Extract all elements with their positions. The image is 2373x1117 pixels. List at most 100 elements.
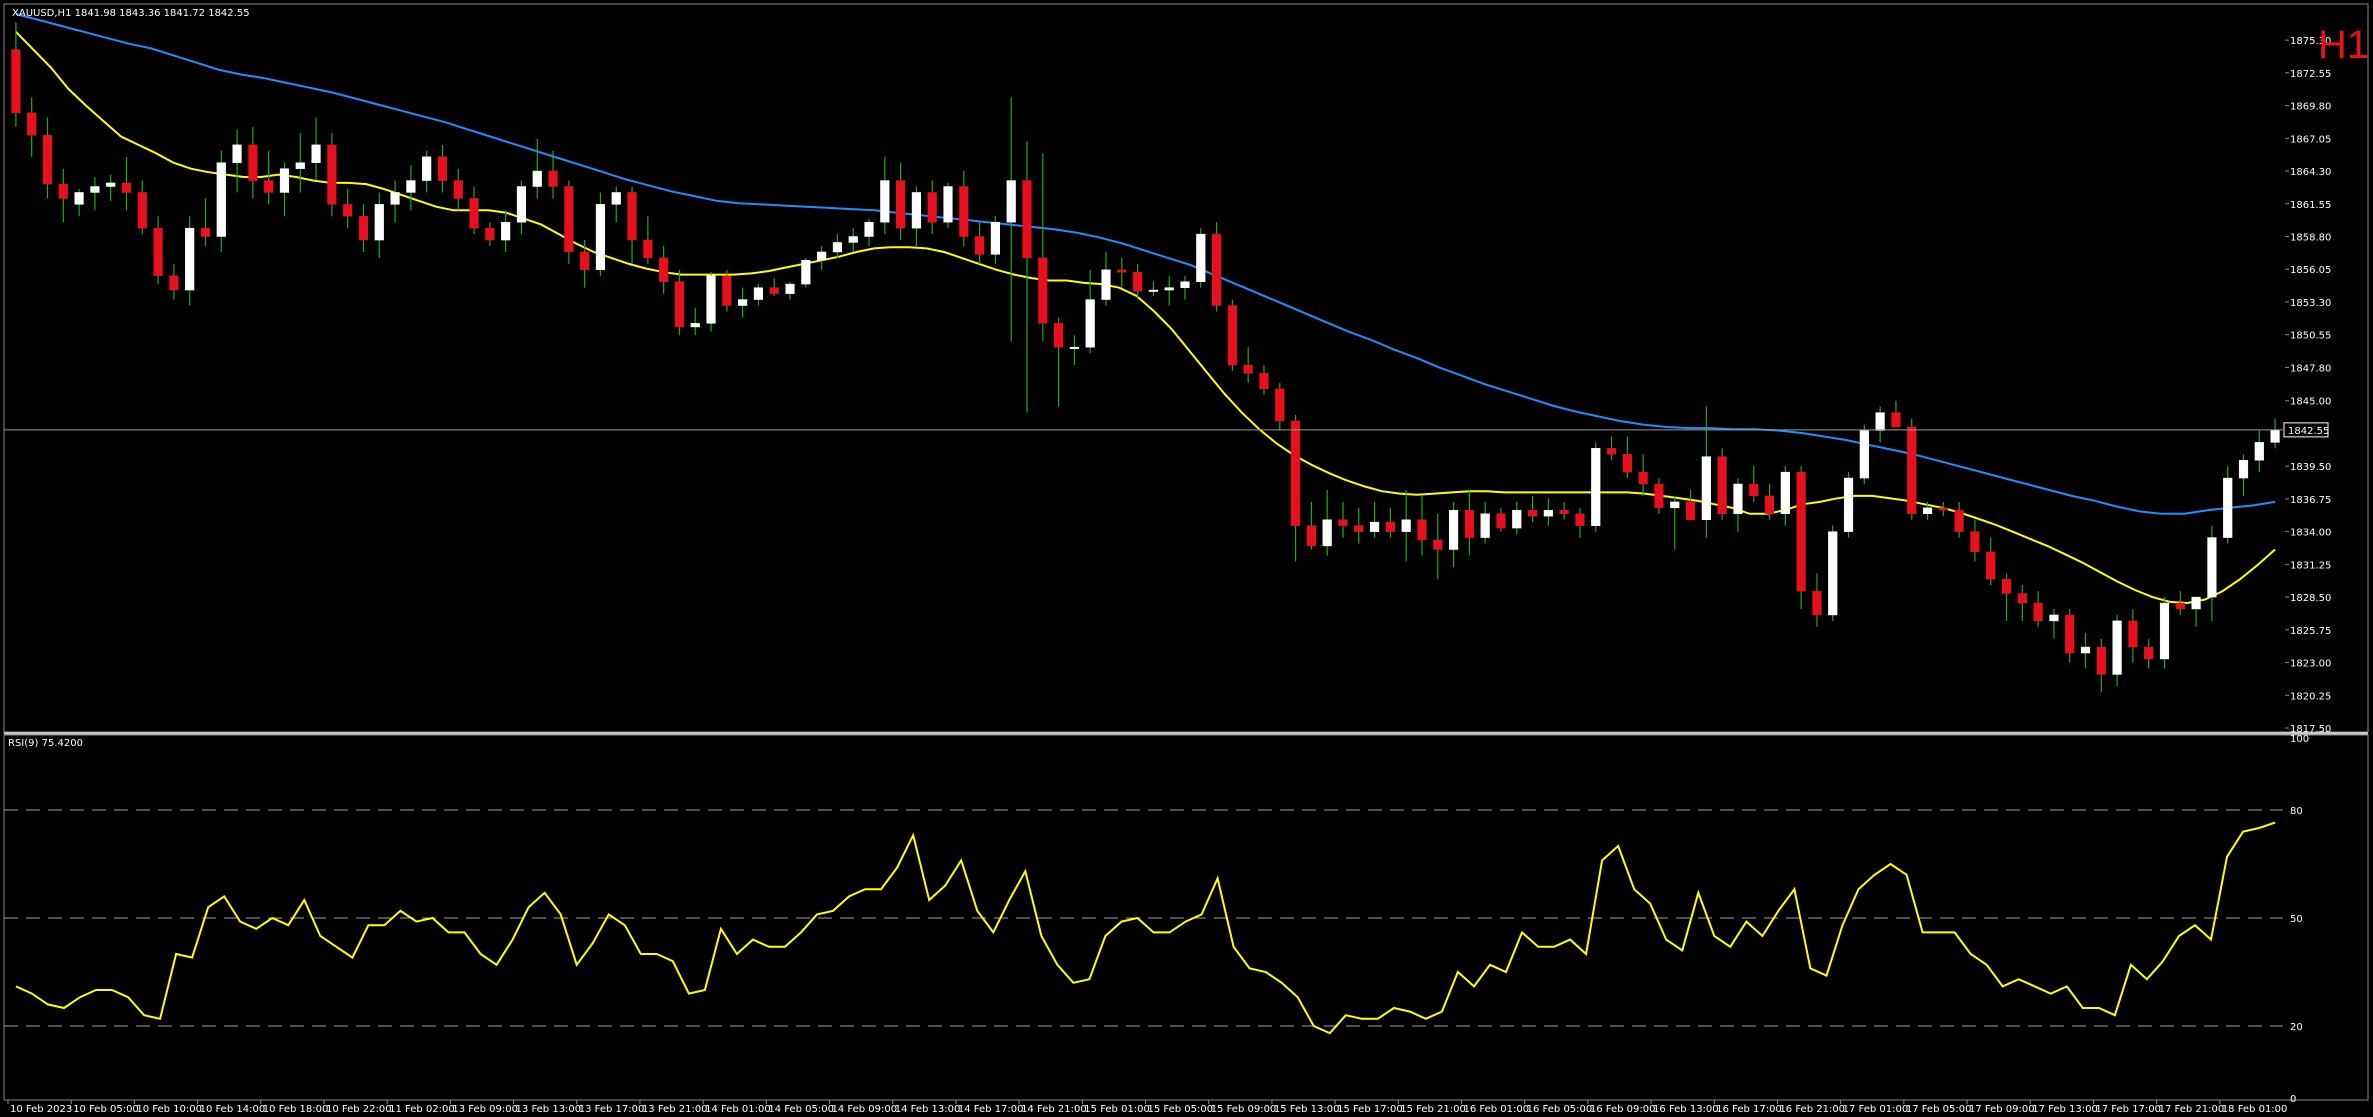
- candle: [1796, 466, 1806, 609]
- candle: [327, 132, 337, 217]
- bear-candle-body: [1275, 388, 1285, 422]
- bear-candle-body: [769, 287, 779, 294]
- bull-candle-body: [2159, 602, 2170, 660]
- rsi-tick-label: 50: [2290, 914, 2303, 925]
- time-tick-label: 10 Feb 18:00: [263, 1104, 329, 1115]
- trading-chart: 1875.301872.551869.801867.051864.301861.…: [0, 0, 2373, 1117]
- time-tick-label: 10 Feb 22:00: [326, 1104, 392, 1115]
- bull-candle-body: [943, 186, 953, 223]
- bear-candle-body: [975, 236, 985, 255]
- rsi-tick-label: 0: [2290, 1094, 2296, 1105]
- bull-candle-body: [1922, 507, 1933, 515]
- rsi-tick-label: 20: [2290, 1022, 2303, 1033]
- bear-candle-body: [1433, 539, 1443, 550]
- bear-candle-body: [1259, 373, 1269, 390]
- bull-candle-body: [1512, 509, 1522, 529]
- price-tick-label: 1853.30: [2290, 298, 2331, 309]
- bear-candle-body: [153, 227, 163, 277]
- bear-candle-body: [169, 275, 179, 291]
- bull-candle-body: [2049, 614, 2059, 622]
- price-tick-label: 1836.75: [2290, 495, 2331, 506]
- time-tick-label: 14 Feb 05:00: [768, 1104, 834, 1115]
- price-tick-label: 1839.50: [2290, 462, 2331, 473]
- bear-candle-body: [1638, 471, 1648, 485]
- candle: [2159, 597, 2170, 669]
- bull-candle-body: [864, 221, 874, 237]
- time-tick-label: 10 Feb 2023: [10, 1104, 72, 1115]
- price-tick-label: 1820.25: [2290, 691, 2331, 702]
- price-tick-label: 1864.30: [2290, 167, 2331, 178]
- candle: [706, 272, 716, 332]
- candle: [801, 257, 811, 288]
- time-tick-label: 14 Feb 09:00: [832, 1104, 898, 1115]
- time-tick-label: 13 Feb 09:00: [452, 1104, 518, 1115]
- candle: [1907, 418, 1917, 520]
- bear-candle-body: [1685, 501, 1696, 520]
- bull-candle-body: [2270, 429, 2280, 443]
- bear-candle-body: [548, 170, 558, 187]
- time-tick-label: 16 Feb 05:00: [1527, 1104, 1593, 1115]
- bull-candle-body: [1859, 430, 1869, 479]
- bear-candle-body: [2001, 578, 2012, 594]
- time-tick-label: 15 Feb 13:00: [1274, 1104, 1340, 1115]
- bear-candle-body: [1306, 525, 1316, 547]
- bull-candle-body: [2223, 477, 2233, 538]
- bear-candle-body: [469, 198, 479, 229]
- bear-candle-body: [200, 227, 211, 237]
- bull-candle-body: [185, 227, 195, 291]
- bull-candle-body: [1591, 448, 1601, 526]
- candle: [943, 182, 953, 229]
- bull-candle-body: [2112, 620, 2122, 675]
- bear-candle-body: [722, 275, 732, 306]
- bull-candle-body: [532, 170, 542, 187]
- candle: [1859, 424, 1869, 485]
- bull-candle-body: [1164, 287, 1174, 291]
- bull-candle-body: [1006, 180, 1016, 223]
- bull-candle-body: [1196, 233, 1206, 282]
- bull-candle-body: [2238, 459, 2249, 479]
- bear-candle-body: [1338, 519, 1348, 526]
- bear-candle-body: [137, 192, 147, 229]
- bear-candle-body: [1970, 531, 1980, 553]
- candle: [1843, 472, 1854, 538]
- bear-candle-body: [1938, 507, 1948, 511]
- bull-candle-body: [848, 236, 858, 243]
- bull-candle-body: [2080, 646, 2091, 654]
- bear-candle-body: [1986, 551, 1996, 580]
- bull-candle-body: [406, 180, 416, 193]
- bull-candle-body: [690, 323, 700, 328]
- bull-candle-body: [1480, 513, 1490, 538]
- bear-candle-body: [343, 204, 353, 217]
- time-tick-label: 13 Feb 17:00: [579, 1104, 645, 1115]
- bull-candle-body: [1069, 346, 1080, 349]
- time-tick-label: 15 Feb 01:00: [1084, 1104, 1150, 1115]
- bull-candle-body: [611, 192, 621, 205]
- bull-candle-body: [1448, 509, 1459, 550]
- chart-title: XAUUSD,H1 1841.98 1843.36 1841.72 1842.5…: [12, 8, 250, 19]
- bear-candle-body: [627, 192, 637, 241]
- bull-candle-body: [106, 182, 116, 187]
- candle: [595, 192, 606, 276]
- bear-candle-body: [1559, 509, 1569, 515]
- bull-candle-body: [2207, 537, 2217, 598]
- bear-candle-body: [2096, 646, 2106, 675]
- bear-candle-body: [927, 192, 937, 223]
- bear-candle-body: [248, 144, 258, 181]
- bear-candle-body: [1385, 521, 1395, 532]
- bear-candle-body: [264, 180, 274, 193]
- time-tick-label: 15 Feb 05:00: [1148, 1104, 1214, 1115]
- bear-candle-body: [1527, 509, 1538, 517]
- bear-candle-body: [896, 180, 906, 229]
- rsi-tick-label: 100: [2290, 734, 2309, 745]
- bear-candle-body: [1749, 483, 1759, 497]
- timeframe-label: H1: [2318, 23, 2369, 67]
- bear-candle-body: [1891, 412, 1901, 428]
- price-tick-label: 1850.55: [2290, 331, 2331, 342]
- bull-candle-body: [801, 260, 811, 285]
- bull-candle-body: [390, 192, 400, 205]
- price-tick-label: 1869.80: [2290, 102, 2331, 113]
- bull-candle-body: [832, 242, 843, 253]
- price-tick-label: 1825.75: [2290, 626, 2331, 637]
- bear-candle-body: [327, 144, 337, 205]
- time-tick-label: 15 Feb 17:00: [1337, 1104, 1403, 1115]
